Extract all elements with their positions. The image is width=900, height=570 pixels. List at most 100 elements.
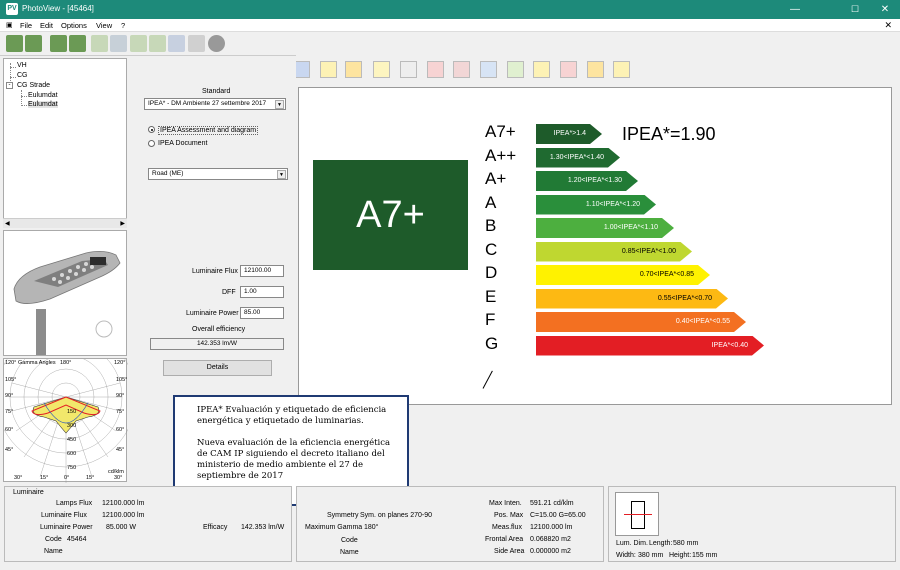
height-value: 155 mm — [692, 552, 718, 559]
class-bar-4: 1.00<IPEA*<1.10 — [536, 218, 674, 238]
window-title: PhotoView - [45464] — [22, 4, 94, 13]
max-inten-label: Max Inten. — [489, 500, 522, 507]
tree-item-cg-strade[interactable]: CG Strade — [17, 82, 50, 89]
chart-icon[interactable] — [507, 61, 524, 78]
overall-efficiency-label: Overall efficiency — [192, 326, 246, 333]
lamp-pole — [36, 309, 46, 355]
max-gamma-label: Maximum Gamma — [305, 524, 363, 531]
menu-file[interactable]: File — [20, 21, 32, 30]
class-name-1: A++ — [485, 145, 517, 165]
ies-file-icon[interactable] — [91, 35, 108, 52]
polar-tick: 15° — [86, 475, 95, 481]
pos-max-value: C=15.00 G=65.00 — [530, 512, 586, 519]
cie-icon[interactable] — [400, 61, 417, 78]
height-label: Height: — [669, 552, 692, 559]
polar-diagram: 120° Gamma Angles 180° 120° 105° 90° 75°… — [0, 326, 137, 483]
standard-select-value: IPEA* - DM Ambiente 27 settembre 2017 — [148, 100, 267, 107]
ies-file-icon-2[interactable] — [168, 35, 185, 52]
overall-efficiency-value: 142.353 lm/W — [150, 338, 284, 350]
person-icon[interactable] — [69, 35, 86, 52]
tree-item-eulumdat[interactable]: Eulumdat — [28, 92, 58, 99]
standard-label: Standard — [202, 88, 231, 95]
ring-icon[interactable] — [613, 61, 630, 78]
dimensions-info-group: Lum. Dim. Length: 580 mm Width: 380 mm H… — [608, 486, 896, 562]
class-name-2: A+ — [485, 169, 507, 188]
big-class-badge: A7+ — [313, 160, 468, 270]
meas-flux-label: Meas.flux — [492, 524, 522, 531]
sheet-icon[interactable] — [373, 61, 390, 78]
class-name-7: E — [485, 286, 497, 306]
person-icon[interactable] — [6, 35, 23, 52]
cie-file-icon[interactable] — [188, 35, 205, 52]
minimize-button[interactable]: — — [780, 1, 810, 18]
polar-curve-fill — [32, 396, 100, 434]
grid-icon[interactable] — [480, 61, 497, 78]
standard-select[interactable]: IPEA* - DM Ambiente 27 settembre 2017 ▼ — [144, 98, 286, 110]
polar-value: 450 — [67, 437, 77, 443]
cib-file-icon[interactable] — [149, 35, 166, 52]
polar-value: 600 — [67, 451, 77, 457]
class-bar-2: 1.20<IPEA*<1.30 — [536, 171, 638, 191]
polar-tick: 60° — [116, 427, 125, 433]
close-window-button[interactable]: ✕ — [870, 1, 900, 18]
radio-ipea-document[interactable] — [148, 140, 155, 147]
class-name-5: C — [485, 239, 498, 259]
collapse-icon[interactable]: - — [6, 82, 13, 89]
polar-tick: 30° — [14, 475, 23, 481]
tree-item-eulumdat-selected[interactable]: Eulumdat — [28, 101, 58, 108]
watermark-icon — [95, 320, 113, 338]
polar-tick: 90° — [116, 393, 125, 399]
polar-tick: 45° — [5, 447, 14, 453]
curve-icon[interactable] — [427, 61, 444, 78]
road-select[interactable]: Road (ME) ▼ — [148, 168, 288, 180]
area-icon[interactable] — [320, 61, 337, 78]
luminaire-power-input[interactable]: 85.00 — [240, 307, 284, 319]
tree-item-cg[interactable]: CG — [17, 72, 28, 79]
polar-label: 180° — [60, 360, 72, 366]
mesh-icon[interactable] — [587, 61, 604, 78]
radio-ipea-assessment-label[interactable]: IPEA Assessment and diagram — [158, 126, 259, 135]
lamps-flux-value: 12100.000 lm — [102, 500, 145, 507]
title-bar: PV PhotoView - [45464] — ☐ ✕ — [0, 0, 900, 19]
menu-help[interactable]: ? — [121, 21, 125, 30]
luminaire-image — [3, 230, 127, 356]
ltli-file-icon[interactable] — [130, 35, 147, 52]
person-icon[interactable] — [50, 35, 67, 52]
efficacy-value: 142.353 lm/W — [241, 524, 285, 531]
code-label: Code — [45, 536, 62, 543]
frontal-area-label: Frontal Area — [485, 536, 524, 543]
meas-flux-value: 12100.000 lm — [530, 524, 573, 531]
ldt-file-icon[interactable] — [110, 35, 127, 52]
menu-app-icon[interactable]: ▣ — [6, 21, 13, 29]
chevron-down-icon: ▼ — [277, 170, 286, 179]
luminaire-power-label: Luminaire Power — [186, 310, 239, 317]
luminaire-flux-input[interactable]: 12100.00 — [240, 265, 284, 277]
length-value: 580 mm — [673, 540, 699, 547]
menu-view[interactable]: View — [96, 21, 112, 30]
person-icon[interactable] — [25, 35, 42, 52]
tree-item-vh[interactable]: VH — [17, 62, 27, 69]
menu-options[interactable]: Options — [61, 21, 87, 30]
dff-input[interactable]: 1.00 — [240, 286, 284, 298]
tree-horizontal-scrollbar[interactable]: ◀ ▶ — [3, 218, 127, 228]
road-select-value: Road (ME) — [152, 170, 184, 177]
arc-icon[interactable] — [560, 61, 577, 78]
width-value: 380 mm — [638, 552, 664, 559]
details-button[interactable]: Details — [163, 360, 272, 376]
radio-ipea-document-label[interactable]: IPEA Document — [158, 140, 207, 147]
menu-edit[interactable]: Edit — [40, 21, 53, 30]
class-name-0: A7+ — [485, 122, 516, 141]
mdi-close-icon[interactable]: ✕ — [884, 20, 892, 31]
name-label: Name — [44, 548, 63, 555]
stop-icon[interactable] — [208, 35, 225, 52]
radio-ipea-assessment[interactable] — [148, 126, 155, 133]
sphere-icon[interactable] — [453, 61, 470, 78]
axis-icon[interactable] — [533, 61, 550, 78]
maximize-button[interactable]: ☐ — [840, 1, 870, 18]
callout-para-2: Nueva evaluación de la eficiencia energé… — [197, 438, 391, 481]
class-bar-0: IPEA*>1.4 — [536, 124, 602, 144]
polar-tick: 0° — [64, 475, 70, 481]
chevron-down-icon: ▼ — [275, 100, 284, 109]
side-area-label: Side Area — [494, 548, 525, 555]
isolux-icon[interactable] — [345, 61, 362, 78]
